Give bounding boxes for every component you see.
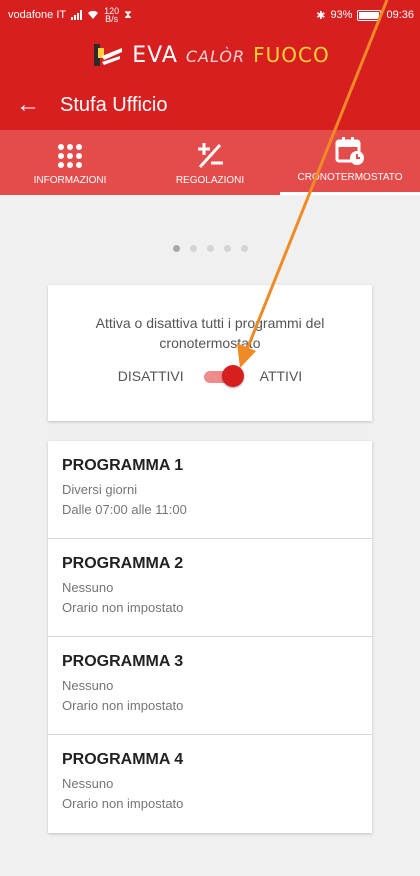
program-item-3[interactable]: PROGRAMMA 3 Nessuno Orario non impostato [48,637,372,735]
program-time: Dalle 07:00 alle 11:00 [62,502,187,517]
plus-minus-icon [198,143,223,169]
grid-icon [58,144,82,168]
program-days: Diversi giorni [62,482,138,497]
toggle-on-label: ATTIVI [259,368,303,384]
program-days: Nessuno [62,580,114,595]
tab-bar: INFORMAZIONI REGOLAZIONI CRONOTERMOSTATO [0,130,420,195]
tab-label: REGOLAZIONI [175,175,245,186]
battery-percent: 93% [330,9,353,21]
brand-calor: CALÒR [185,46,246,66]
tab-cronotermostato[interactable]: CRONOTERMOSTATO [280,130,420,195]
program-name: PROGRAMMA 4 [62,751,184,768]
back-arrow-icon[interactable]: ← [16,93,40,117]
program-time: Orario non impostato [62,600,184,615]
program-time: Orario non impostato [62,796,184,811]
battery-icon [357,9,382,21]
signal-icon [71,10,83,20]
page-dot[interactable] [223,245,231,252]
tab-regolazioni[interactable]: REGOLAZIONI [140,130,280,195]
program-days: Nessuno [62,678,114,693]
bluetooth-icon: ✱ [316,9,326,22]
program-item-4[interactable]: PROGRAMMA 4 Nessuno Orario non impostato [48,735,372,833]
page-dot[interactable] [206,245,214,252]
program-time: Orario non impostato [62,698,184,713]
brand-name: EVA [132,42,178,68]
program-list: PROGRAMMA 1 Diversi giorni Dalle 07:00 a… [48,441,372,833]
toggle-description: Attiva o disattiva tutti i programmi del… [95,315,325,351]
page-dot[interactable] [240,245,248,252]
brand-logo: EVA CALÒR FUOCO [0,30,420,80]
tab-label: INFORMAZIONI [33,175,107,186]
page-title: Stufa Ufficio [60,93,168,116]
programs-toggle-switch[interactable] [200,365,244,387]
brand-mark-icon [90,40,124,70]
toggle-all-card: Attiva o disattiva tutti i programmi del… [48,285,372,421]
page-indicator [0,245,420,255]
status-bar: vodafone IT 120 B/s ⧗ ✱ 93% 09:36 [0,0,420,30]
tab-label: CRONOTERMOSTATO [297,172,403,183]
brand-fuoco: FUOCO [253,42,330,67]
net-speed: 120 B/s [104,6,120,24]
program-name: PROGRAMMA 2 [62,555,184,572]
carrier-label: vodafone IT [8,9,67,21]
toggle-off-label: DISATTIVI [117,368,184,384]
program-name: PROGRAMMA 3 [62,653,184,670]
page-dot[interactable] [172,245,180,252]
program-days: Nessuno [62,776,114,791]
page-dot[interactable] [189,245,197,252]
clock-time: 09:36 [386,9,414,21]
program-name: PROGRAMMA 1 [62,457,184,474]
program-item-1[interactable]: PROGRAMMA 1 Diversi giorni Dalle 07:00 a… [48,441,372,539]
tab-informazioni[interactable]: INFORMAZIONI [0,130,140,195]
app-bar: ← Stufa Ufficio [0,80,420,130]
program-item-2[interactable]: PROGRAMMA 2 Nessuno Orario non impostato [48,539,372,637]
calendar-clock-icon [335,137,364,165]
wifi-icon [88,10,99,19]
hourglass-icon: ⧗ [124,8,132,21]
